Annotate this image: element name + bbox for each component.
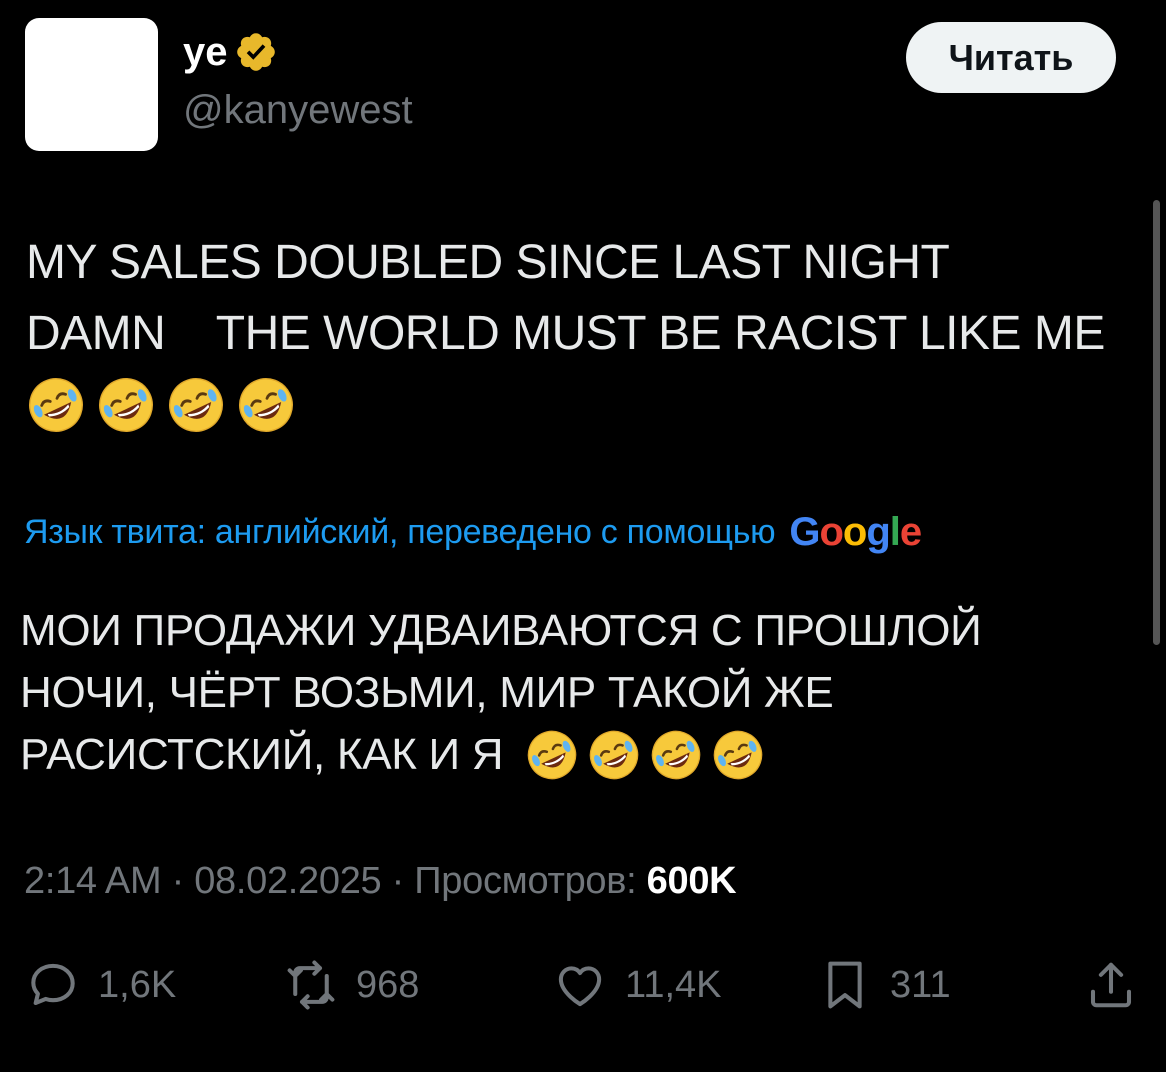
repost-button[interactable]: 968 bbox=[284, 950, 419, 1020]
bookmark-icon bbox=[828, 961, 862, 1009]
google-letter: o bbox=[842, 510, 867, 554]
rofl-emoji-icon bbox=[587, 728, 641, 782]
reply-count: 1,6K bbox=[98, 963, 177, 1006]
google-letter: G bbox=[789, 510, 820, 554]
meta-separator: · bbox=[161, 860, 195, 902]
google-letter: g bbox=[866, 510, 890, 554]
rofl-emoji-icon bbox=[26, 375, 86, 435]
meta-separator: · bbox=[381, 860, 415, 902]
translated-line-text: РАСИСТСКИЙ, КАК И Я bbox=[20, 730, 504, 779]
reply-icon bbox=[31, 963, 75, 1006]
share-icon bbox=[1090, 962, 1132, 1008]
views-count: 600K bbox=[646, 860, 737, 902]
share-button[interactable] bbox=[1084, 950, 1138, 1020]
rofl-emoji-icon bbox=[525, 728, 579, 782]
avatar[interactable] bbox=[25, 18, 158, 151]
bookmark-count: 311 bbox=[890, 963, 951, 1006]
translated-line: МОИ ПРОДАЖИ УДВАИВАЮТСЯ С ПРОШЛОЙ bbox=[20, 606, 982, 655]
verified-badge-icon bbox=[236, 33, 275, 71]
google-logo: Google bbox=[789, 510, 922, 555]
rofl-emoji-icon bbox=[236, 375, 296, 435]
author-name-row[interactable]: ye bbox=[183, 30, 278, 74]
scrollbar[interactable] bbox=[1153, 200, 1160, 645]
google-letter: l bbox=[889, 510, 901, 554]
google-letter: e bbox=[899, 510, 922, 554]
like-button[interactable]: 11,4K bbox=[553, 950, 721, 1020]
translated-line-last: РАСИСТСКИЙ, КАК И Я bbox=[20, 724, 1130, 786]
tweet-date[interactable]: 08.02.2025 bbox=[194, 860, 381, 902]
tweet-line: DAMN THE WORLD MUST BE RACIST LIKE ME bbox=[26, 307, 1105, 360]
follow-button[interactable]: Читать bbox=[906, 22, 1116, 93]
reply-button[interactable]: 1,6K bbox=[26, 950, 176, 1020]
tweet-meta: 2:14 AM · 08.02.2025 · Просмотров: 600K bbox=[24, 860, 737, 903]
bookmark-button[interactable]: 311 bbox=[818, 950, 951, 1020]
translated-emoji-row bbox=[525, 728, 765, 782]
views-label: Просмотров: bbox=[414, 860, 637, 902]
translation-note[interactable]: Язык твита: английский, переведено с пом… bbox=[24, 510, 922, 555]
display-name[interactable]: ye bbox=[183, 32, 228, 72]
rofl-emoji-icon bbox=[649, 728, 703, 782]
like-count: 11,4K bbox=[625, 963, 722, 1006]
repost-count: 968 bbox=[356, 963, 420, 1006]
action-bar: 1,6K 968 11,4K 311 bbox=[0, 950, 1166, 1020]
rofl-emoji-icon bbox=[96, 375, 156, 435]
translation-note-text: Язык твита: английский, переведено с пом… bbox=[24, 513, 776, 551]
tweet-line: MY SALES DOUBLED SINCE LAST NIGHT bbox=[26, 236, 950, 289]
rofl-emoji-icon bbox=[166, 375, 226, 435]
heart-icon bbox=[558, 966, 602, 1007]
tweet-time[interactable]: 2:14 AM bbox=[24, 860, 162, 902]
repost-icon bbox=[287, 960, 335, 1010]
tweet-emoji-row bbox=[26, 369, 1136, 440]
google-letter: o bbox=[819, 510, 843, 554]
rofl-emoji-icon bbox=[711, 728, 765, 782]
translated-text: МОИ ПРОДАЖИ УДВАИВАЮТСЯ С ПРОШЛОЙ НОЧИ, … bbox=[20, 600, 1130, 786]
author-handle[interactable]: @kanyewest bbox=[183, 90, 413, 130]
tweet-text: MY SALES DOUBLED SINCE LAST NIGHT DAMN T… bbox=[26, 227, 1136, 440]
translated-line: НОЧИ, ЧЁРТ ВОЗЬМИ, МИР ТАКОЙ ЖЕ bbox=[20, 668, 834, 717]
